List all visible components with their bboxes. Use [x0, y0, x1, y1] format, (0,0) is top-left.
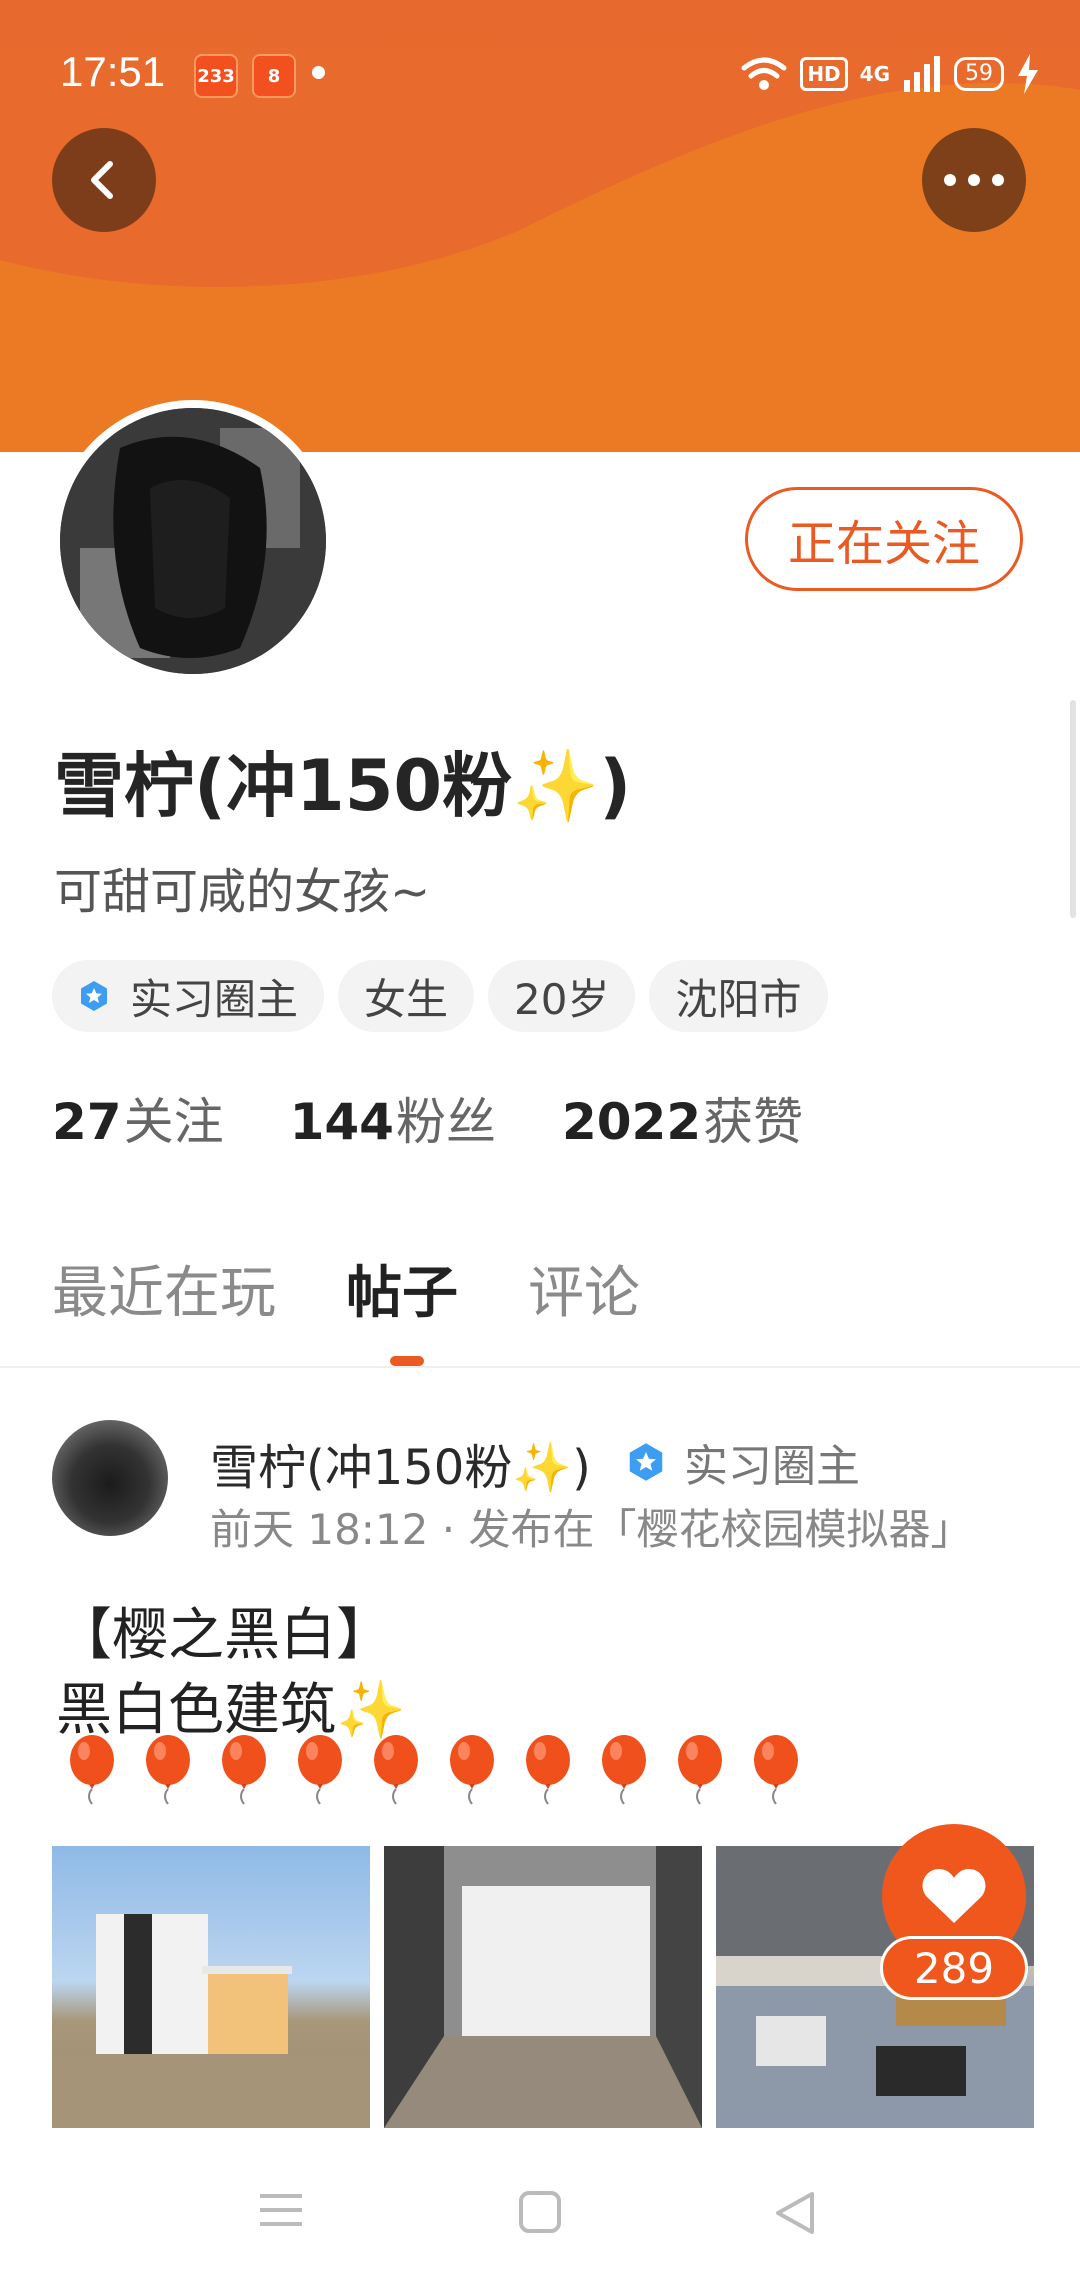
stat-number: 2022	[561, 1093, 702, 1151]
more-dots-icon	[944, 174, 1004, 186]
post-author-badge: 实习圈主	[626, 1430, 860, 1494]
menu-icon[interactable]	[258, 2190, 304, 2230]
balloon-icon	[222, 1735, 266, 1805]
badge-label: 实习圈主	[684, 1441, 860, 1492]
home-icon[interactable]	[518, 2190, 562, 2234]
stat-label: 粉丝	[395, 1093, 496, 1151]
post-title[interactable]: 【樱之黑白】	[56, 1590, 392, 1671]
scrollbar[interactable]	[1070, 700, 1076, 918]
app-notification-icon: 233	[194, 54, 238, 98]
back-triangle-icon[interactable]	[772, 2190, 818, 2236]
back-button[interactable]	[52, 128, 156, 232]
battery-icon: 59	[954, 57, 1004, 91]
signal-icon	[904, 56, 940, 92]
app-notification-icon-2: 8	[252, 54, 296, 98]
more-button[interactable]	[922, 128, 1026, 232]
balloon-icon	[70, 1735, 114, 1805]
hd-icon: HD	[800, 57, 848, 91]
balloon-icon	[754, 1735, 798, 1805]
active-tab-indicator	[390, 1356, 424, 1366]
profile-tabs: 最近在玩 帖子 评论	[52, 1248, 640, 1329]
balloon-icon	[450, 1735, 494, 1805]
tag-gender: 女生	[338, 960, 475, 1032]
post-image-2[interactable]	[384, 1846, 702, 2128]
tab-divider	[0, 1366, 1080, 1368]
status-bar: 17:51 233 8 HD 4G 59	[0, 0, 1080, 150]
post-meta[interactable]: 前天 18:12 · 发布在「樱花校园模拟器」	[210, 1496, 972, 1557]
tag-role[interactable]: 实习圈主	[52, 960, 325, 1032]
charging-icon	[1018, 54, 1038, 94]
stat-label: 关注	[123, 1093, 224, 1151]
stat-label: 获赞	[703, 1093, 804, 1151]
building-render	[52, 1914, 370, 2128]
chevron-left-icon	[91, 161, 113, 199]
balloon-icon	[526, 1735, 570, 1805]
wifi-icon	[741, 57, 787, 90]
tab-comments[interactable]: 评论	[528, 1248, 640, 1329]
profile-stats: 27关注 144粉丝 2022获赞	[52, 1082, 803, 1154]
profile-banner: 17:51 233 8 HD 4G 59	[0, 0, 1080, 452]
profile-tags: 实习圈主 女生 20岁 沈阳市	[52, 960, 828, 1032]
balloon-icon	[678, 1735, 722, 1805]
post-author-avatar[interactable]	[52, 1420, 168, 1536]
tab-posts[interactable]: 帖子	[346, 1248, 458, 1329]
stat-likes[interactable]: 2022获赞	[562, 1082, 803, 1154]
balloon-icon	[146, 1735, 190, 1805]
room-render	[384, 1846, 702, 2128]
profile-name: 雪柠(冲150粉✨)	[54, 745, 632, 827]
stat-following[interactable]: 27关注	[52, 1082, 224, 1154]
tab-recently-played[interactable]: 最近在玩	[52, 1248, 276, 1329]
star-badge-icon	[81, 981, 107, 1011]
avatar-image	[60, 408, 326, 674]
balloon-icon	[298, 1735, 342, 1805]
balloon-emoji-row	[62, 1734, 806, 1806]
balloon-icon	[374, 1735, 418, 1805]
network-label: 4G	[859, 62, 890, 86]
status-time: 17:51	[60, 48, 166, 95]
post-image-1[interactable]	[52, 1846, 370, 2128]
notification-dot	[312, 66, 325, 79]
system-nav-bar	[0, 2140, 1080, 2280]
profile-bio: 可甜可咸的女孩~	[54, 864, 431, 920]
tag-age: 20岁	[488, 960, 636, 1032]
tag-label: 实习圈主	[130, 974, 299, 1024]
balloon-icon	[602, 1735, 646, 1805]
star-badge-icon	[629, 1443, 663, 1481]
following-button[interactable]: 正在关注	[745, 487, 1023, 591]
stat-followers[interactable]: 144粉丝	[290, 1082, 496, 1154]
heart-icon	[922, 1869, 986, 1923]
avatar-photo	[60, 408, 326, 674]
stat-number: 27	[52, 1093, 122, 1151]
profile-avatar[interactable]	[52, 400, 334, 682]
stat-number: 144	[289, 1093, 394, 1151]
tag-city: 沈阳市	[649, 960, 828, 1032]
post-author-name[interactable]: 雪柠(冲150粉✨)	[210, 1428, 591, 1498]
like-count: 289	[880, 1936, 1028, 2000]
